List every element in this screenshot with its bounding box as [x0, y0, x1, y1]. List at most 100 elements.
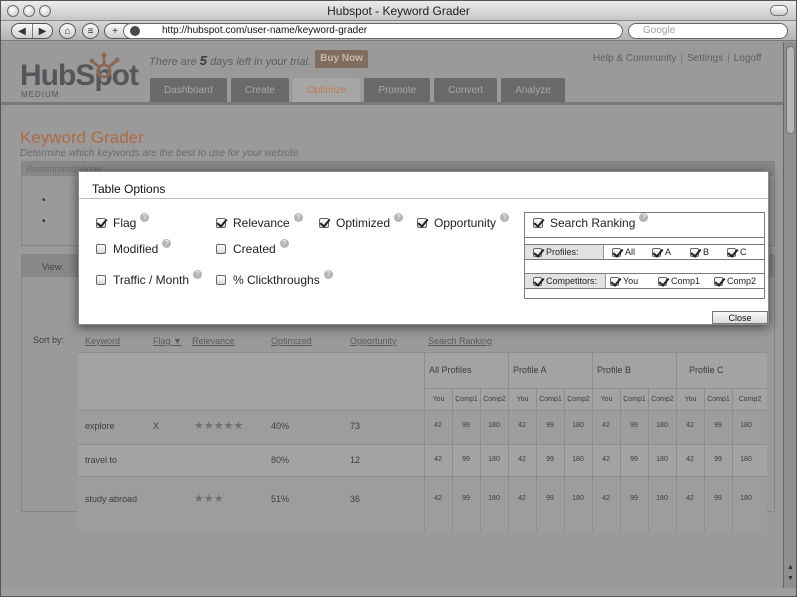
tab-optimize[interactable]: Optimize	[292, 78, 361, 102]
column-divider	[648, 477, 649, 531]
competitors-checkbox[interactable]	[533, 276, 542, 286]
relevance-option[interactable]: Relevance?	[216, 212, 303, 230]
help-icon[interactable]: ?	[279, 238, 289, 248]
flag-option[interactable]: Flag?	[96, 212, 150, 230]
help-icon[interactable]: ?	[639, 212, 649, 222]
vertical-scrollbar[interactable]: ▲ ▼	[783, 42, 796, 588]
profile-header: All Profiles Profile A Profile B Profile…	[78, 352, 767, 411]
tab-create[interactable]: Create	[230, 78, 289, 102]
profiles-choices: All A B C	[603, 245, 764, 259]
help-icon[interactable]: ?	[193, 269, 203, 279]
tab-dashboard[interactable]: Dashboard	[150, 78, 227, 102]
tab-promote[interactable]: Promote	[364, 78, 431, 102]
profile-b-option[interactable]: B	[690, 247, 709, 257]
sub-column-header: You	[592, 388, 620, 411]
help-community-link[interactable]: Help & Community	[593, 53, 676, 64]
help-icon[interactable]: ?	[293, 212, 303, 222]
print-icon[interactable]: ≡	[82, 23, 99, 39]
address-bar[interactable]: http://hubspot.com/user-name/keyword-gra…	[123, 23, 623, 39]
forward-arrow-icon[interactable]: ▶	[32, 24, 52, 38]
relevance-checkbox[interactable]	[216, 218, 226, 228]
scroll-thumb[interactable]	[786, 46, 795, 134]
sub-column-header: Comp2	[648, 388, 676, 411]
url-text: http://hubspot.com/user-name/keyword-gra…	[162, 25, 368, 36]
competitor-comp1-checkbox[interactable]	[658, 276, 667, 286]
column-divider	[424, 477, 425, 531]
column-search-ranking[interactable]: Search Ranking	[428, 336, 492, 346]
logoff-link[interactable]: Logoff	[734, 53, 762, 64]
traffic-checkbox[interactable]	[96, 275, 106, 285]
top-links: Help & Community | Settings | Logoff	[593, 53, 762, 64]
buy-now-button[interactable]: Buy Now	[315, 50, 368, 68]
rank-cell: 180	[572, 422, 584, 429]
help-icon[interactable]: ?	[394, 212, 404, 222]
sprocket-icon	[89, 52, 120, 79]
sub-column-header: Comp2	[480, 388, 508, 411]
tab-convert[interactable]: Convert	[434, 78, 498, 102]
opportunity-option[interactable]: Opportunity?	[417, 212, 510, 230]
column-divider	[424, 445, 425, 477]
add-icon[interactable]: +	[105, 24, 125, 38]
modified-checkbox[interactable]	[96, 244, 106, 254]
profile-all-checkbox[interactable]	[612, 247, 621, 257]
home-icon[interactable]: ⌂	[59, 23, 76, 39]
profile-a-checkbox[interactable]	[652, 247, 661, 257]
created-option[interactable]: Created?	[216, 238, 289, 256]
competitor-comp2-checkbox[interactable]	[714, 276, 723, 286]
created-checkbox[interactable]	[216, 244, 226, 254]
rank-cell: 180	[656, 495, 668, 502]
search-input[interactable]: Google	[628, 23, 788, 39]
column-optimized[interactable]: Optimized	[271, 336, 312, 346]
rank-cell: 42	[518, 495, 526, 502]
dialog-divider	[79, 198, 768, 199]
table-row[interactable]: travel to 80% 12 42 99 180 42 99 180 42 99 180 42 99 1…	[78, 444, 767, 477]
sub-column-header: You	[424, 388, 452, 411]
competitors-option[interactable]: Competitors:	[533, 276, 597, 286]
flag-checkbox[interactable]	[96, 218, 106, 228]
close-button[interactable]: Close	[712, 311, 768, 324]
optimized-checkbox[interactable]	[319, 218, 329, 228]
modified-option[interactable]: Modified?	[96, 238, 172, 256]
column-keyword[interactable]: Keyword	[85, 336, 120, 346]
scroll-down-arrow-icon[interactable]: ▼	[785, 575, 796, 585]
search-ranking-option[interactable]: Search Ranking?	[533, 212, 649, 230]
clickthroughs-option[interactable]: % Clickthroughs?	[216, 269, 333, 287]
settings-link[interactable]: Settings	[687, 53, 723, 64]
competitor-you-option[interactable]: You	[610, 276, 638, 286]
clickthroughs-checkbox[interactable]	[216, 275, 226, 285]
column-divider	[536, 411, 537, 445]
sort-label: Sort by:	[33, 335, 65, 345]
table-row[interactable]: study abroad 51% 36 ★★★ 42 99 180 42 99 180 42 99 18…	[78, 476, 767, 531]
rank-cell: 42	[686, 422, 694, 429]
profile-all-option[interactable]: All	[612, 247, 635, 257]
competitor-you-checkbox[interactable]	[610, 276, 619, 286]
profile-b-checkbox[interactable]	[690, 247, 699, 257]
competitor-comp1-option[interactable]: Comp1	[658, 276, 700, 286]
competitor-comp2-option[interactable]: Comp2	[714, 276, 756, 286]
search-ranking-checkbox[interactable]	[533, 218, 543, 228]
profile-c-checkbox[interactable]	[727, 247, 736, 257]
column-opportunity[interactable]: Opportunity	[350, 336, 397, 346]
opportunity-checkbox[interactable]	[417, 218, 427, 228]
profiles-checkbox[interactable]	[533, 247, 542, 257]
table-row[interactable]: explore X 40% 73 ★★★★★ 42 99 180 42 99 180 42 99 180 4…	[78, 410, 767, 445]
profile-c-option[interactable]: C	[727, 247, 747, 257]
rank-cell: 42	[434, 495, 442, 502]
help-icon[interactable]: ?	[323, 269, 333, 279]
column-flag[interactable]: Flag ▼	[153, 336, 182, 346]
toolbar-toggle-icon[interactable]	[770, 5, 788, 16]
rank-cell: 99	[462, 495, 470, 502]
column-divider	[732, 411, 733, 445]
help-icon[interactable]: ?	[140, 212, 150, 222]
optimized-option[interactable]: Optimized?	[319, 212, 404, 230]
back-arrow-icon[interactable]: ◀	[12, 24, 32, 38]
traffic-option[interactable]: Traffic / Month?	[96, 269, 203, 287]
browser-window: Hubspot - Keyword Grader ◀ ▶ ⌂ ≡ + http:…	[0, 0, 797, 597]
help-icon[interactable]: ?	[162, 238, 172, 248]
column-relevance[interactable]: Relevance	[192, 336, 235, 346]
tab-analyze[interactable]: Analyze	[501, 78, 565, 102]
help-icon[interactable]: ?	[500, 212, 510, 222]
profiles-option[interactable]: Profiles:	[533, 247, 579, 257]
scroll-up-arrow-icon[interactable]: ▲	[785, 564, 796, 574]
profile-a-option[interactable]: A	[652, 247, 671, 257]
